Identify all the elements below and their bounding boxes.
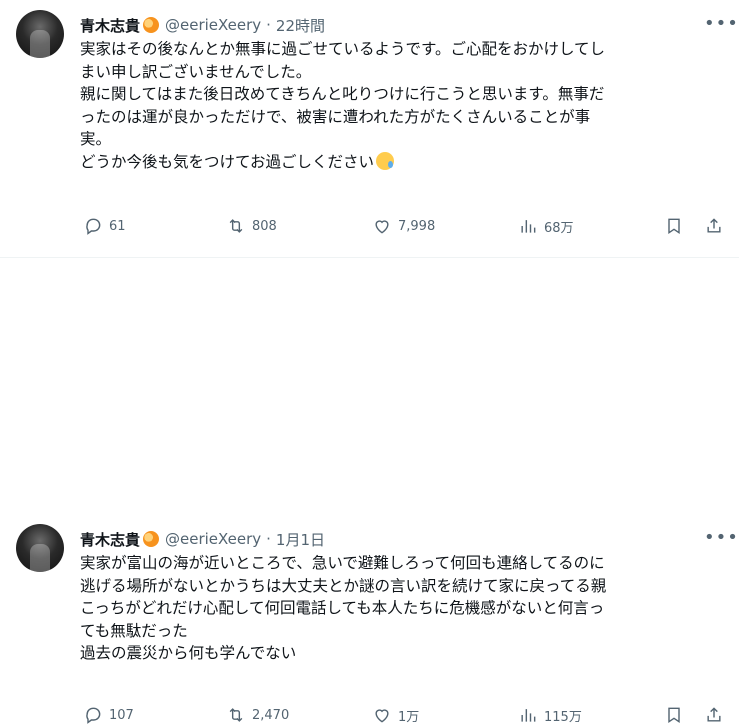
share-button[interactable]	[704, 215, 724, 237]
sad-tear-emoji-icon	[376, 151, 395, 170]
tweet-header: 青木志貴 @eerieXeery · 22時間	[80, 14, 325, 36]
like-count: 7,998	[398, 218, 436, 234]
tweet-2[interactable]: 青木志貴 @eerieXeery · 1月1日 ••• 実家が富山の海が近いとこ…	[0, 258, 739, 725]
tweet-line: まい申し訳ございませんでした。	[80, 62, 312, 81]
separator: ·	[266, 530, 271, 548]
tweet-line: 親に関してはまた後日改めてきちんと叱りつけに行こうと思います。無事だ	[80, 85, 605, 103]
bookmark-button[interactable]	[664, 704, 684, 726]
avatar[interactable]	[16, 10, 64, 58]
more-icon[interactable]: •••	[704, 14, 738, 34]
display-name[interactable]: 青木志貴	[80, 15, 140, 36]
views-icon	[521, 220, 536, 233]
display-name[interactable]: 青木志貴	[80, 529, 140, 550]
tweet-line: 過去の震災から何も学んでない	[80, 644, 297, 662]
tweet-1[interactable]: 青木志貴 @eerieXeery · 22時間 ••• 実家はその後なんとか無事…	[0, 0, 739, 258]
tweet-line-text: どうか今後も気をつけてお過ごしください	[80, 152, 375, 171]
badge-icon	[143, 17, 160, 33]
reply-count: 107	[109, 707, 134, 723]
view-count: 68万	[544, 220, 574, 236]
bookmark-icon	[668, 707, 680, 723]
reply-icon	[86, 218, 101, 235]
bookmark-button[interactable]	[664, 215, 684, 237]
share-button[interactable]	[704, 704, 724, 726]
reply-count: 61	[109, 218, 126, 234]
heart-icon	[375, 220, 389, 234]
tweet-line: 実。	[80, 130, 112, 148]
user-handle[interactable]: @eerieXeery	[165, 16, 261, 34]
tweet-line: 逃げる場所がないとかうちは大丈夫とか謎の言い訳を続けて家に戻ってる親	[80, 576, 607, 595]
share-icon	[707, 218, 721, 233]
timestamp[interactable]: 22時間	[276, 15, 325, 36]
tweet-line: ったのは運が良かっただけで、被害に遭われた方がたくさんいることが事	[80, 107, 591, 126]
like-count: 1万	[398, 709, 420, 725]
tweet-line: こっちがどれだけ心配して何回電話しても本人たちに危機感がないと何言っ	[80, 599, 605, 617]
view-count: 115万	[544, 709, 582, 725]
reply-button[interactable]: 107	[83, 704, 134, 726]
timestamp[interactable]: 1月1日	[276, 529, 325, 550]
reply-button[interactable]: 61	[83, 215, 126, 237]
more-icon[interactable]: •••	[704, 528, 738, 548]
tweet-header: 青木志貴 @eerieXeery · 1月1日	[80, 528, 325, 550]
views-button[interactable]: 68万	[518, 215, 574, 237]
user-handle[interactable]: @eerieXeery	[165, 530, 261, 548]
reply-icon	[86, 707, 101, 724]
views-button[interactable]: 115万	[518, 704, 582, 726]
like-button[interactable]: 1万	[372, 704, 419, 726]
retweet-icon	[229, 708, 243, 722]
retweet-count: 808	[252, 218, 277, 234]
views-icon	[521, 709, 536, 722]
retweet-button[interactable]: 808	[226, 215, 277, 237]
like-button[interactable]: 7,998	[372, 215, 435, 237]
tweet-line: 実家はその後なんとか無事に過ごせているようです。ご心配をおかけしてし	[80, 40, 605, 58]
retweet-count: 2,470	[252, 707, 290, 723]
tweet-line: 実家が富山の海が近いところで、急いで避難しろって何回も連絡してるのに	[80, 554, 605, 572]
share-icon	[707, 707, 721, 722]
separator: ·	[266, 16, 271, 34]
retweet-button[interactable]: 2,470	[226, 704, 289, 726]
avatar[interactable]	[16, 524, 64, 572]
heart-icon	[375, 709, 389, 723]
tweet-line: ても無駄だった	[80, 621, 188, 640]
action-bar: 107 2,470 1万 115万	[80, 704, 730, 726]
tweet-text: 実家が富山の海が近いところで、急いで避難しろって何回も連絡してるのに 逃げる場所…	[80, 552, 730, 665]
bookmark-icon	[668, 218, 680, 234]
retweet-icon	[229, 219, 243, 233]
tweet-line-last: どうか今後も気をつけてお過ごしください	[80, 151, 730, 174]
badge-icon	[143, 531, 160, 547]
action-bar: 61 808 7,998 68万	[80, 215, 730, 237]
tweet-text: 実家はその後なんとか無事に過ごせているようです。ご心配をおかけしてし まい申し訳…	[80, 38, 730, 173]
